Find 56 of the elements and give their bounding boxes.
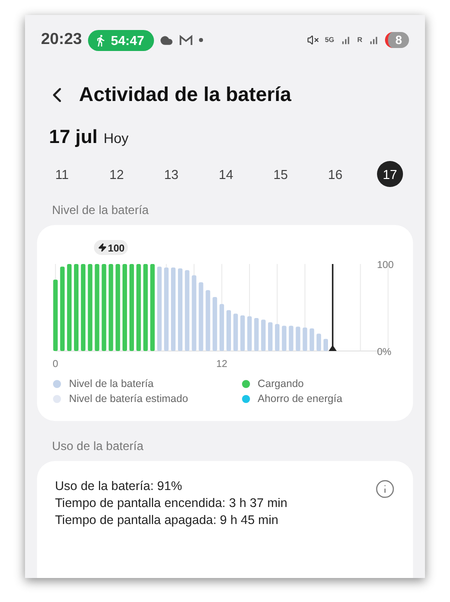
- peak-label-background: [94, 240, 128, 255]
- y-axis-label: 0%: [377, 347, 392, 358]
- signal-icon: [368, 34, 380, 46]
- selected-date: 17 jul: [49, 127, 98, 149]
- day-selector[interactable]: 15: [268, 161, 294, 187]
- day-selector[interactable]: 14: [212, 161, 239, 187]
- bar: [261, 320, 266, 351]
- y-axis-label: 100: [377, 260, 394, 271]
- bolt-icon: [99, 244, 106, 252]
- bar: [212, 297, 218, 351]
- x-axis-label: 0: [52, 359, 58, 369]
- bar: [226, 310, 231, 351]
- day-selector[interactable]: 16: [322, 161, 348, 187]
- bar: [206, 290, 210, 351]
- activity-timer-pill: 54:47: [88, 30, 154, 50]
- peak-label: 100: [108, 244, 125, 254]
- usage-text: Uso de la batería: 91%: [55, 479, 184, 493]
- day-selector[interactable]: 11: [49, 161, 75, 187]
- bar: [302, 328, 308, 351]
- bar: [247, 316, 252, 351]
- signal-icon: [340, 34, 352, 46]
- bar: [296, 326, 300, 351]
- bar: [268, 322, 273, 351]
- bar: [274, 324, 280, 351]
- bar: [310, 328, 314, 351]
- battery-indicator: 8: [385, 32, 409, 48]
- bar: [282, 326, 286, 351]
- mute-icon: [306, 34, 319, 46]
- legend-label: Ahorro de energía: [258, 393, 342, 405]
- legend-label: Cargando: [258, 378, 304, 390]
- mail-icon: [179, 34, 194, 46]
- bar: [233, 314, 238, 351]
- relative-date: Hoy: [104, 130, 128, 146]
- bar: [288, 326, 294, 351]
- legend-label: Nivel de la batería: [69, 378, 154, 390]
- bar: [220, 304, 224, 351]
- status-time: 20:23: [41, 31, 82, 49]
- day-selector[interactable]: 17: [376, 161, 403, 187]
- bar: [254, 318, 259, 351]
- bar: [323, 338, 328, 351]
- usage-text: Tiempo de pantalla apagada: 9 h 45 min: [55, 513, 280, 527]
- section-heading: Uso de la batería: [51, 438, 144, 455]
- x-axis-label: 12: [216, 359, 228, 369]
- info-icon[interactable]: [375, 479, 395, 499]
- section-heading: Nivel de la batería: [51, 202, 150, 219]
- bar: [240, 315, 245, 351]
- bar: [316, 334, 322, 351]
- dot-icon: [199, 38, 204, 42]
- cloud-icon: [160, 34, 174, 46]
- legend-label: Nivel de batería estimado: [69, 393, 188, 405]
- usage-text: Tiempo de pantalla encendida: 3 h 37 min: [55, 496, 288, 510]
- page-title: Actividad de la batería: [79, 84, 292, 106]
- bar: [198, 282, 204, 351]
- day-selector[interactable]: 12: [104, 161, 130, 187]
- day-selector[interactable]: 13: [158, 161, 184, 187]
- bar: [53, 280, 58, 351]
